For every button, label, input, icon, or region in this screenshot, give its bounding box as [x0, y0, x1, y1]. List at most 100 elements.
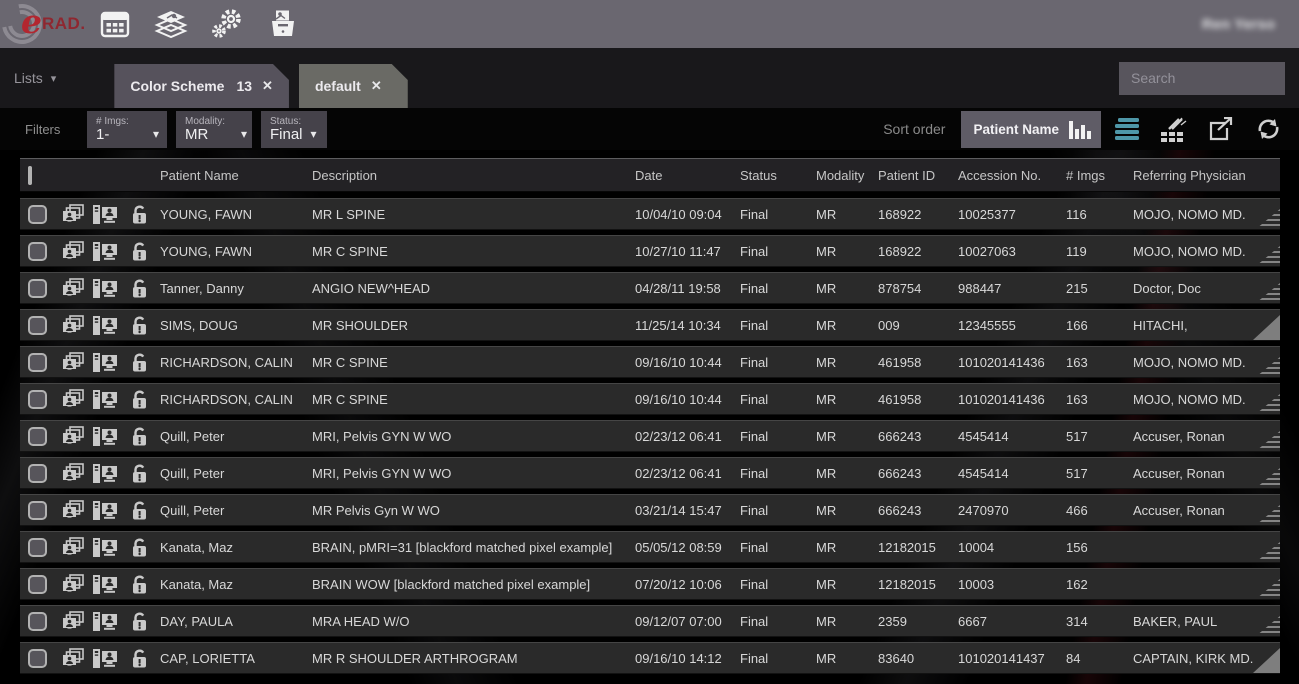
- unlock-icon[interactable]: [128, 278, 160, 299]
- cell-accession: 12345555: [958, 318, 1066, 333]
- workstation-icon[interactable]: [92, 500, 128, 521]
- col-patient-id[interactable]: Patient ID: [878, 168, 958, 183]
- row-checkbox[interactable]: [28, 390, 47, 409]
- col-accession[interactable]: Accession No.: [958, 168, 1066, 183]
- unlock-icon[interactable]: [128, 241, 160, 262]
- search-box[interactable]: [1119, 62, 1285, 95]
- cell-modality: MR: [816, 651, 878, 666]
- row-checkbox[interactable]: [28, 316, 47, 335]
- cell-patient-name: RICHARDSON, CALIN: [160, 355, 312, 370]
- unlock-icon[interactable]: [128, 648, 160, 669]
- unlock-icon[interactable]: [128, 389, 160, 410]
- edit-layout-icon[interactable]: [1161, 116, 1187, 142]
- row-grip[interactable]: [1256, 579, 1280, 599]
- table-row[interactable]: Quill, Peter MR Pelvis Gyn W WO 03/21/14…: [20, 494, 1280, 526]
- workstation-icon[interactable]: [92, 463, 128, 484]
- table-row[interactable]: Quill, Peter MRI, Pelvis GYN W WO 02/23/…: [20, 420, 1280, 452]
- study-stack-icon[interactable]: [62, 278, 92, 299]
- col-referring[interactable]: Referring Physician: [1133, 168, 1280, 183]
- row-checkbox[interactable]: [28, 205, 47, 224]
- col-patient-name[interactable]: Patient Name: [160, 168, 312, 183]
- workstation-icon[interactable]: [92, 278, 128, 299]
- unlock-icon[interactable]: [128, 537, 160, 558]
- row-checkbox[interactable]: [28, 464, 47, 483]
- row-checkbox[interactable]: [28, 279, 47, 298]
- close-icon[interactable]: ✕: [371, 78, 382, 94]
- table-row[interactable]: Kanata, Maz BRAIN WOW [blackford matched…: [20, 568, 1280, 600]
- col-status[interactable]: Status: [740, 168, 816, 183]
- col-num-imgs[interactable]: # Imgs: [1066, 168, 1133, 183]
- close-icon[interactable]: ✕: [262, 78, 273, 94]
- table-row[interactable]: Tanner, Danny ANGIO NEW^HEAD 04/28/11 19…: [20, 272, 1280, 304]
- modality-filter[interactable]: Modality: MR ▾: [176, 111, 252, 148]
- refresh-icon[interactable]: [1255, 116, 1281, 142]
- select-all-checkbox[interactable]: [28, 166, 32, 185]
- col-date[interactable]: Date: [635, 168, 740, 183]
- unlock-icon[interactable]: [128, 574, 160, 595]
- table-row[interactable]: DAY, PAULA MRA HEAD W/O 09/12/07 07:00 F…: [20, 605, 1280, 637]
- table-row[interactable]: RICHARDSON, CALIN MR C SPINE 09/16/10 10…: [20, 346, 1280, 378]
- unlock-icon[interactable]: [128, 315, 160, 336]
- workstation-icon[interactable]: [92, 315, 128, 336]
- tab-color-scheme[interactable]: Color Scheme 13 ✕: [114, 64, 289, 108]
- study-stack-icon[interactable]: [62, 204, 92, 225]
- sort-field-button[interactable]: Patient Name: [961, 111, 1101, 148]
- row-checkbox[interactable]: [28, 501, 47, 520]
- study-stack-icon[interactable]: [62, 352, 92, 373]
- col-description[interactable]: Description: [312, 168, 635, 183]
- table-row[interactable]: Kanata, Maz BRAIN, pMRI=31 [blackford ma…: [20, 531, 1280, 563]
- workstation-icon[interactable]: [92, 537, 128, 558]
- unlock-icon[interactable]: [128, 500, 160, 521]
- lists-dropdown[interactable]: Lists ▾: [14, 70, 56, 86]
- list-view-icon[interactable]: [1114, 116, 1140, 142]
- study-stack-icon[interactable]: [62, 241, 92, 262]
- unlock-icon[interactable]: [128, 611, 160, 632]
- table-row[interactable]: SIMS, DOUG MR SHOULDER 11/25/14 10:34 Fi…: [20, 309, 1280, 341]
- study-stack-icon[interactable]: [62, 463, 92, 484]
- unlock-icon[interactable]: [128, 463, 160, 484]
- study-stack-icon[interactable]: [62, 500, 92, 521]
- unlock-icon[interactable]: [128, 204, 160, 225]
- study-stack-icon[interactable]: [62, 648, 92, 669]
- table-row[interactable]: RICHARDSON, CALIN MR C SPINE 09/16/10 10…: [20, 383, 1280, 415]
- row-checkbox[interactable]: [28, 427, 47, 446]
- archive-box-icon[interactable]: [266, 8, 300, 40]
- workstation-icon[interactable]: [92, 389, 128, 410]
- table-row[interactable]: Quill, Peter MRI, Pelvis GYN W WO 02/23/…: [20, 457, 1280, 489]
- export-icon[interactable]: [1208, 116, 1234, 142]
- workstation-icon[interactable]: [92, 611, 128, 632]
- row-checkbox[interactable]: [28, 242, 47, 261]
- row-checkbox[interactable]: [28, 575, 47, 594]
- logged-in-username[interactable]: Ren Yerso: [1202, 16, 1275, 33]
- workstation-icon[interactable]: [92, 204, 128, 225]
- table-row[interactable]: YOUNG, FAWN MR C SPINE 10/27/10 11:47 Fi…: [20, 235, 1280, 267]
- study-stack-icon[interactable]: [62, 315, 92, 336]
- study-stack-icon[interactable]: [62, 389, 92, 410]
- study-stack-icon[interactable]: [62, 611, 92, 632]
- row-checkbox[interactable]: [28, 353, 47, 372]
- cell-referring: MOJO, NOMO MD.: [1133, 244, 1280, 259]
- workstation-icon[interactable]: [92, 574, 128, 595]
- row-checkbox[interactable]: [28, 649, 47, 668]
- workstation-icon[interactable]: [92, 352, 128, 373]
- settings-gears-icon[interactable]: [210, 8, 244, 40]
- workstation-icon[interactable]: [92, 426, 128, 447]
- table-row[interactable]: CAP, LORIETTA MR R SHOULDER ARTHROGRAM 0…: [20, 642, 1280, 674]
- table-row[interactable]: YOUNG, FAWN MR L SPINE 10/04/10 09:04 Fi…: [20, 198, 1280, 230]
- study-stack-icon[interactable]: [62, 426, 92, 447]
- tab-default[interactable]: default ✕: [299, 64, 408, 108]
- col-modality[interactable]: Modality: [816, 168, 878, 183]
- status-filter[interactable]: Status: Final ▾: [261, 111, 327, 148]
- workstation-icon[interactable]: [92, 241, 128, 262]
- num-imgs-filter[interactable]: # Imgs: 1- ▾: [87, 111, 167, 148]
- search-input[interactable]: [1131, 70, 1299, 86]
- unlock-icon[interactable]: [128, 352, 160, 373]
- unlock-icon[interactable]: [128, 426, 160, 447]
- row-checkbox[interactable]: [28, 538, 47, 557]
- study-stack-icon[interactable]: [62, 574, 92, 595]
- study-stack-icon[interactable]: [62, 537, 92, 558]
- row-checkbox[interactable]: [28, 612, 47, 631]
- studies-layers-icon[interactable]: [154, 8, 188, 40]
- workstation-icon[interactable]: [92, 648, 128, 669]
- row-grip[interactable]: [1256, 542, 1280, 562]
